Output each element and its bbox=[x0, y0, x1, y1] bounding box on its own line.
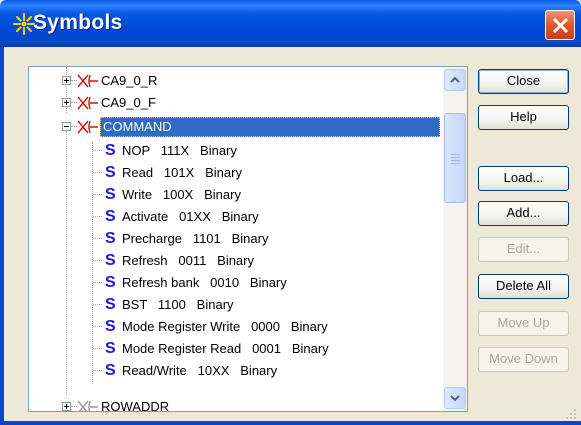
symbol-s-icon: S bbox=[105, 142, 116, 159]
tree-vertical-scrollbar[interactable] bbox=[443, 67, 467, 411]
symbols-dialog: Symbols CA9_0_R CA9_0_F COMMAND S NOP 11… bbox=[0, 0, 581, 425]
scroll-up-button[interactable] bbox=[444, 69, 466, 91]
tree-node-label: COMMAND bbox=[100, 117, 440, 137]
tree-node-label: CA9_0_R bbox=[101, 73, 158, 88]
close-icon bbox=[552, 17, 569, 34]
tree-node-label: Read 101X Binary bbox=[122, 165, 242, 180]
expand-plus-icon[interactable] bbox=[62, 76, 71, 85]
tree-node-bus-selected[interactable]: COMMAND bbox=[29, 116, 449, 138]
tree-node-bus[interactable]: CA9_0_F bbox=[29, 92, 449, 114]
symbol-s-icon: S bbox=[105, 296, 116, 313]
tree-node-bus[interactable]: ROWADDR bbox=[29, 396, 449, 412]
scroll-down-button[interactable] bbox=[444, 387, 466, 409]
close-button[interactable]: Close bbox=[478, 69, 569, 94]
window-close-button[interactable] bbox=[545, 10, 575, 40]
tree-node-symbol[interactable]: S Activate 01XX Binary bbox=[29, 206, 449, 228]
tree-node-label: NOP 111X Binary bbox=[122, 143, 237, 158]
tree-node-symbol[interactable]: S Read/Write 10XX Binary bbox=[29, 360, 449, 382]
bus-icon bbox=[77, 96, 98, 110]
tree-node-symbol[interactable]: S Refresh 0011 Binary bbox=[29, 250, 449, 272]
bus-icon bbox=[77, 74, 98, 88]
tree-node-symbol[interactable]: S Mode Register Write 0000 Binary bbox=[29, 316, 449, 338]
tree-node-symbol[interactable]: S BST 1100 Binary bbox=[29, 294, 449, 316]
symbol-s-icon: S bbox=[105, 252, 116, 269]
symbol-s-icon: S bbox=[105, 318, 116, 335]
add-button[interactable]: Add... bbox=[478, 201, 569, 226]
tree-node-symbol[interactable]: S Mode Register Read 0001 Binary bbox=[29, 338, 449, 360]
symbol-s-icon: S bbox=[105, 208, 116, 225]
edit-button[interactable]: Edit... bbox=[478, 237, 569, 262]
chevron-up-icon bbox=[450, 76, 460, 83]
tree-node-symbol[interactable]: S Write 100X Binary bbox=[29, 184, 449, 206]
delete-all-button[interactable]: Delete All bbox=[478, 274, 569, 299]
symbol-s-icon: S bbox=[105, 274, 116, 291]
tree-node-label: CA9_0_F bbox=[101, 95, 156, 110]
move-up-button[interactable]: Move Up bbox=[478, 311, 569, 336]
window-frame-left bbox=[0, 47, 4, 425]
tree-node-symbol[interactable]: S Precharge 1101 Binary bbox=[29, 228, 449, 250]
window-frame-bottom bbox=[0, 421, 581, 425]
chevron-down-icon bbox=[450, 395, 460, 402]
tree-node-label: Mode Register Read 0001 Binary bbox=[122, 341, 329, 356]
symbol-s-icon: S bbox=[105, 230, 116, 247]
symbol-s-icon: S bbox=[105, 340, 116, 357]
tree-node-label: Activate 01XX Binary bbox=[122, 209, 259, 224]
tree-node-label: Read/Write 10XX Binary bbox=[122, 363, 278, 378]
tree-node-bus[interactable]: CA9_0_R bbox=[29, 70, 449, 92]
symbol-s-icon: S bbox=[105, 362, 116, 379]
tree-node-symbol[interactable]: S Refresh bank 0010 Binary bbox=[29, 272, 449, 294]
tree-node-label: Write 100X Binary bbox=[122, 187, 241, 202]
scroll-thumb[interactable] bbox=[444, 113, 466, 203]
tree-node-label: Refresh bank 0010 Binary bbox=[122, 275, 287, 290]
resize-grip-icon[interactable] bbox=[565, 408, 577, 420]
bus-icon bbox=[77, 120, 98, 134]
tree-node-label: ROWADDR bbox=[101, 399, 170, 412]
tree-node-label: Mode Register Write 0000 Binary bbox=[122, 319, 328, 334]
symbol-tree[interactable]: CA9_0_R CA9_0_F COMMAND S NOP 111X Binar… bbox=[28, 66, 468, 412]
tree-node-label: Refresh 0011 Binary bbox=[122, 253, 254, 268]
collapse-minus-icon[interactable] bbox=[62, 122, 71, 131]
title-bar[interactable]: Symbols bbox=[0, 0, 581, 47]
move-down-button[interactable]: Move Down bbox=[478, 347, 569, 372]
symbol-s-icon: S bbox=[105, 186, 116, 203]
load-button[interactable]: Load... bbox=[478, 166, 569, 191]
tree-node-symbol[interactable]: S Read 101X Binary bbox=[29, 162, 449, 184]
tree-node-symbol[interactable]: S NOP 111X Binary bbox=[29, 140, 449, 162]
tree-node-label: Precharge 1101 Binary bbox=[122, 231, 269, 246]
tree-node-label: BST 1100 Binary bbox=[122, 297, 234, 312]
symbol-s-icon: S bbox=[105, 164, 116, 181]
expand-plus-icon[interactable] bbox=[62, 402, 71, 411]
bus-icon bbox=[77, 400, 98, 411]
help-button[interactable]: Help bbox=[478, 105, 569, 130]
expand-plus-icon[interactable] bbox=[62, 98, 71, 107]
window-title: Symbols bbox=[33, 11, 123, 34]
